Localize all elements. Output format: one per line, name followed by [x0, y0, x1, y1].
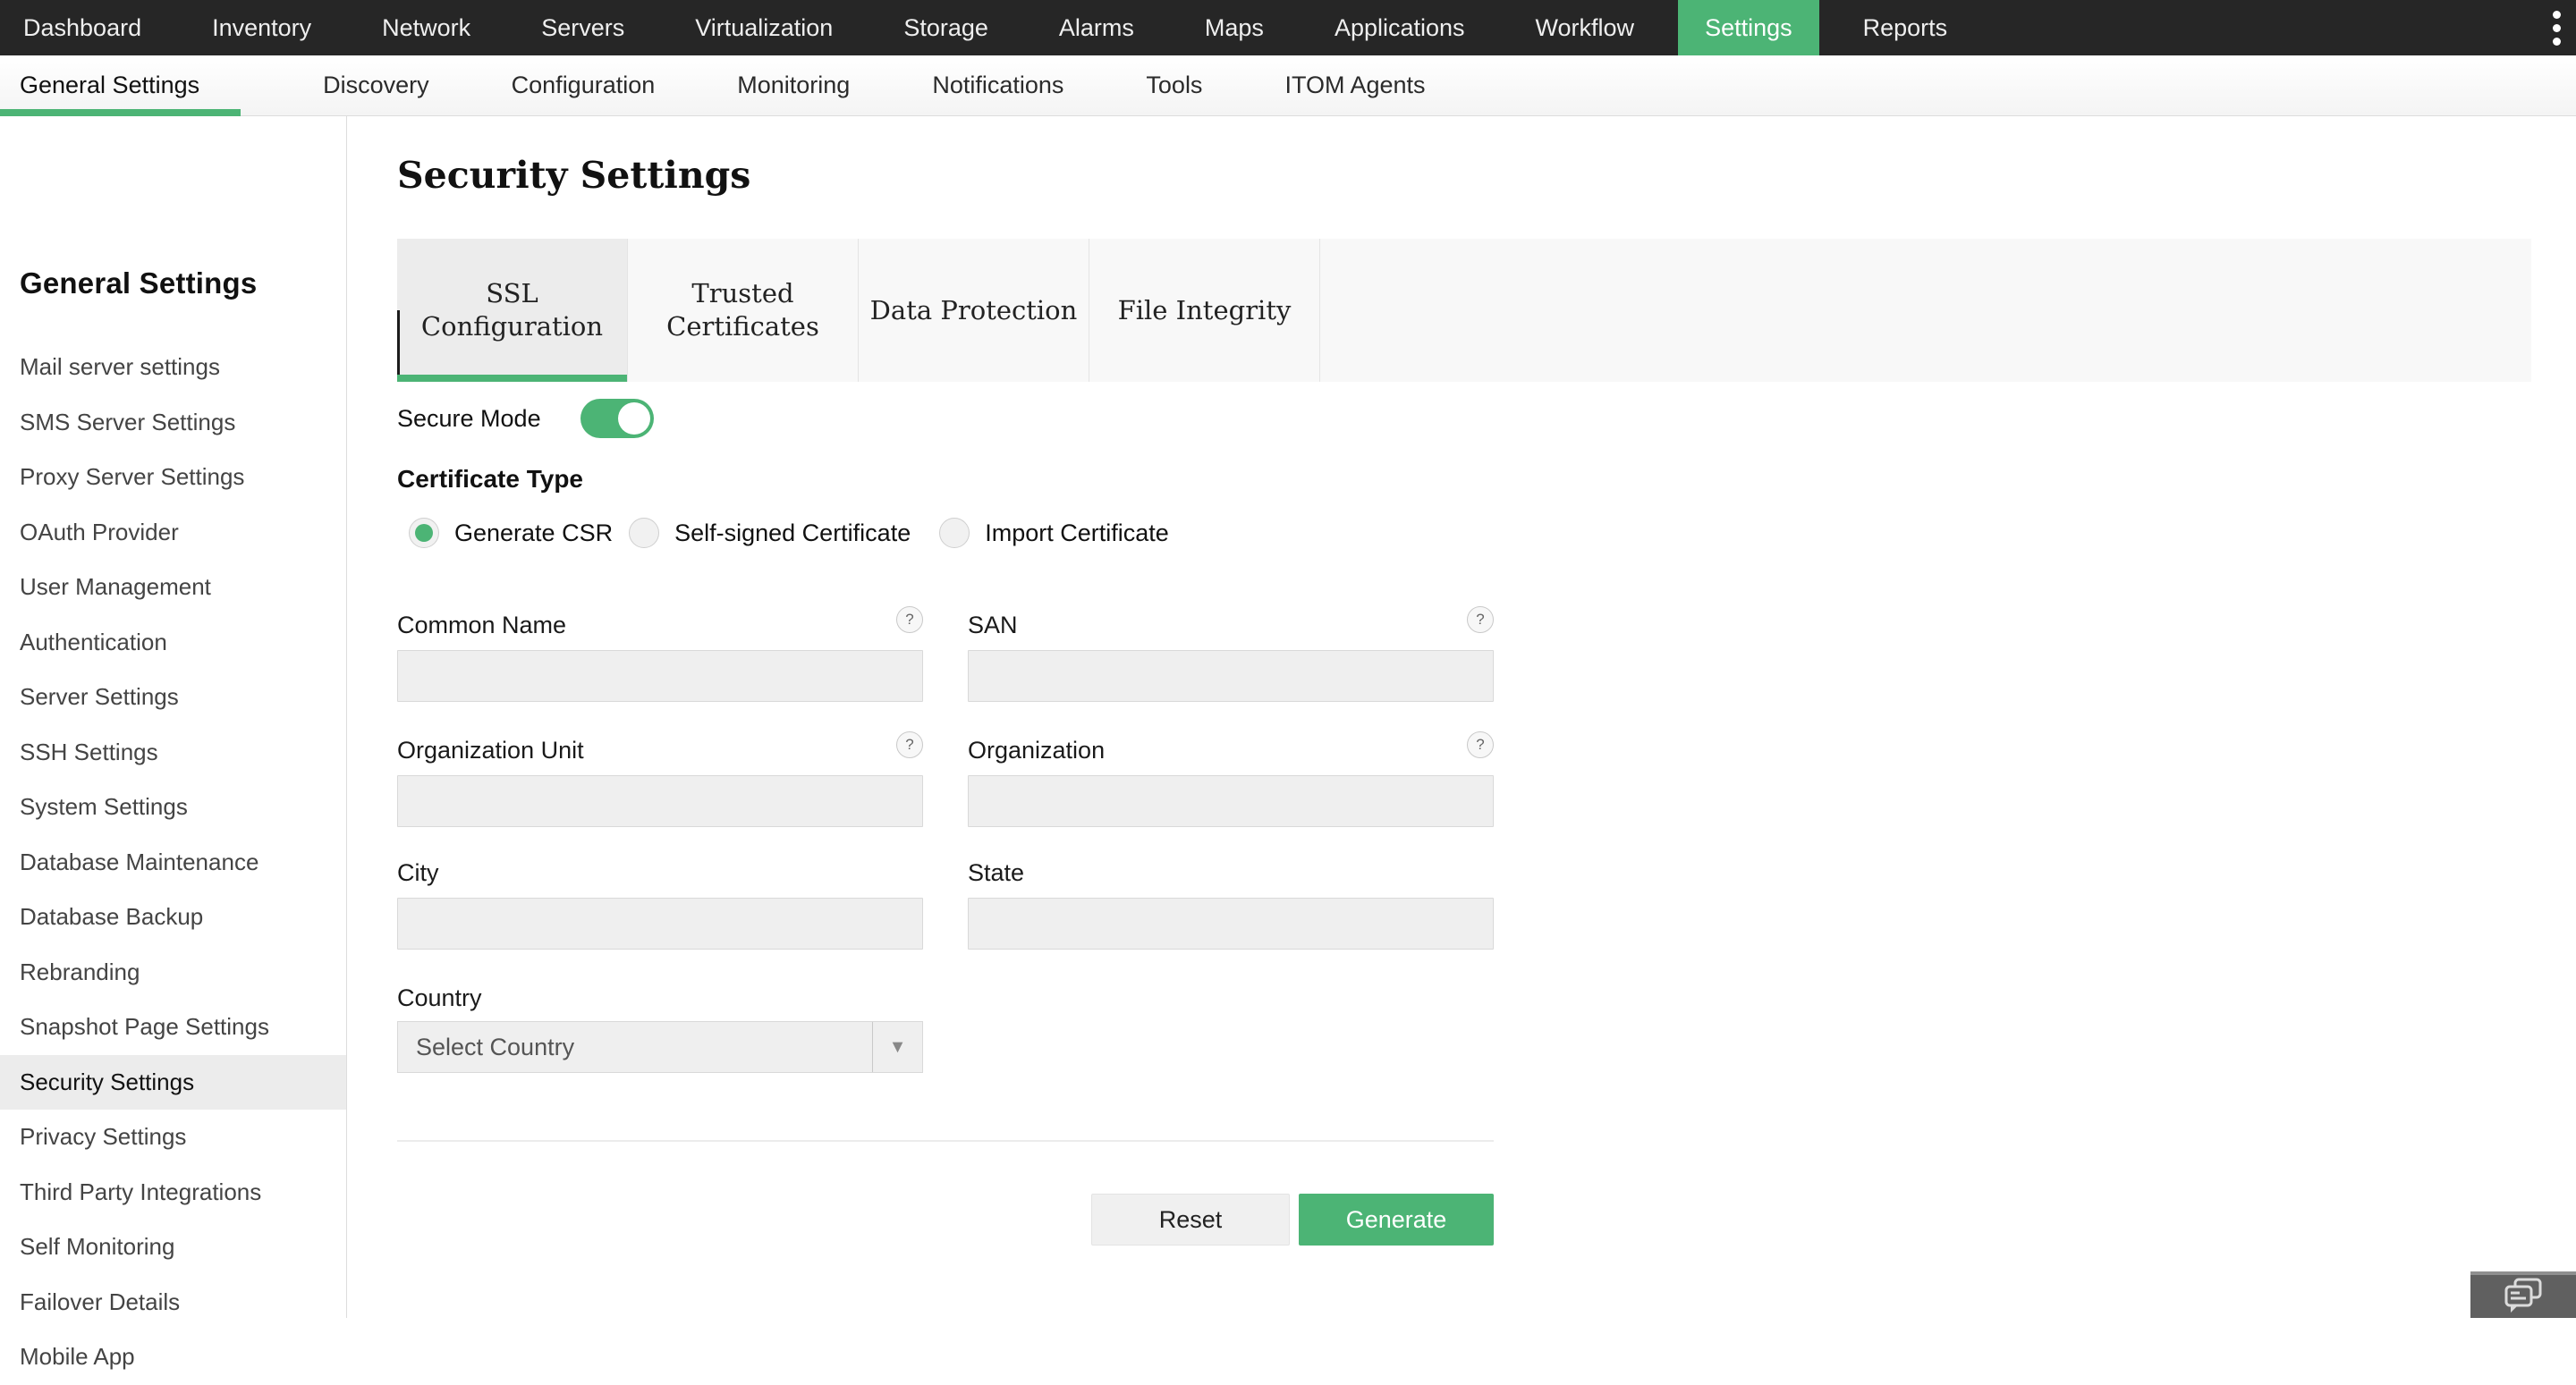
tab-tools[interactable]: Tools: [1146, 55, 1202, 116]
country-select[interactable]: Select Country ▼: [397, 1021, 923, 1073]
main-content: Security Settings SSL Configuration Trus…: [348, 116, 2576, 1318]
sidebar-item-security-settings[interactable]: Security Settings: [0, 1055, 346, 1111]
sidebar-item-ssh-settings[interactable]: SSH Settings: [0, 725, 346, 781]
sidebar-item-user-management[interactable]: User Management: [0, 560, 346, 615]
nav-applications[interactable]: Applications: [1335, 0, 1465, 55]
chevron-down-icon: ▼: [872, 1022, 922, 1072]
sidebar-menu: Mail server settings SMS Server Settings…: [0, 340, 346, 1385]
tab-label: SSL: [486, 277, 538, 310]
nav-servers[interactable]: Servers: [541, 0, 624, 55]
radio-icon: [629, 518, 659, 548]
kebab-menu-icon[interactable]: [2551, 11, 2562, 46]
organization-input[interactable]: [968, 775, 1494, 827]
radio-icon: [939, 518, 970, 548]
san-input[interactable]: [968, 650, 1494, 702]
secure-mode-label: Secure Mode: [397, 405, 541, 433]
san-label: SAN: [968, 612, 1018, 639]
sidebar-item-mobile-app[interactable]: Mobile App: [0, 1330, 346, 1385]
sidebar-item-database-backup[interactable]: Database Backup: [0, 890, 346, 945]
nav-alarms[interactable]: Alarms: [1059, 0, 1134, 55]
sidebar-item-third-party[interactable]: Third Party Integrations: [0, 1165, 346, 1220]
settings-sub-nav: General Settings Discovery Configuration…: [0, 55, 2576, 116]
tab-configuration[interactable]: Configuration: [512, 55, 656, 116]
tab-notifications[interactable]: Notifications: [932, 55, 1063, 116]
form-divider: [397, 1140, 1494, 1142]
radio-label: Generate CSR: [454, 519, 613, 547]
nav-virtualization[interactable]: Virtualization: [695, 0, 833, 55]
sidebar-item-failover-details[interactable]: Failover Details: [0, 1275, 346, 1330]
tab-label: File Integrity: [1118, 294, 1292, 327]
state-input[interactable]: [968, 898, 1494, 950]
country-select-value: Select Country: [398, 1034, 872, 1061]
kebab-dot: [2553, 24, 2561, 32]
nav-network[interactable]: Network: [382, 0, 470, 55]
common-name-help-icon[interactable]: ?: [896, 606, 923, 633]
common-name-label: Common Name: [397, 612, 566, 639]
sidebar-heading: General Settings: [20, 266, 257, 300]
organization-label: Organization: [968, 737, 1105, 764]
organization-unit-help-icon[interactable]: ?: [896, 731, 923, 758]
sidebar-item-self-monitoring[interactable]: Self Monitoring: [0, 1220, 346, 1275]
toggle-knob: [618, 402, 650, 435]
generate-button[interactable]: Generate: [1299, 1194, 1494, 1246]
top-nav: Dashboard Inventory Network Servers Virt…: [0, 0, 2576, 55]
san-help-icon[interactable]: ?: [1467, 606, 1494, 633]
security-tabs: SSL Configuration Trusted Certificates D…: [397, 239, 2531, 382]
sidebar-item-rebranding[interactable]: Rebranding: [0, 945, 346, 1001]
tab-monitoring[interactable]: Monitoring: [737, 55, 850, 116]
city-input[interactable]: [397, 898, 923, 950]
sidebar-item-proxy-server[interactable]: Proxy Server Settings: [0, 450, 346, 505]
radio-import-certificate[interactable]: Import Certificate: [939, 518, 1169, 548]
sidebar-item-authentication[interactable]: Authentication: [0, 615, 346, 671]
tab-discovery[interactable]: Discovery: [323, 55, 429, 116]
tab-file-integrity[interactable]: File Integrity: [1089, 239, 1320, 382]
nav-storage[interactable]: Storage: [903, 0, 988, 55]
sidebar-item-system-settings[interactable]: System Settings: [0, 780, 346, 835]
tab-label: Trusted: [691, 277, 793, 310]
kebab-dot: [2553, 11, 2561, 19]
nav-workflow[interactable]: Workflow: [1536, 0, 1635, 55]
secure-mode-toggle[interactable]: [580, 399, 654, 438]
kebab-dot: [2553, 38, 2561, 46]
sidebar-item-database-maintenance[interactable]: Database Maintenance: [0, 835, 346, 891]
organization-unit-input[interactable]: [397, 775, 923, 827]
certificate-type-label: Certificate Type: [397, 465, 583, 494]
nav-maps[interactable]: Maps: [1205, 0, 1264, 55]
radio-generate-csr[interactable]: Generate CSR: [409, 518, 613, 548]
sidebar-item-privacy-settings[interactable]: Privacy Settings: [0, 1110, 346, 1165]
nav-reports[interactable]: Reports: [1863, 0, 1948, 55]
sidebar: General Settings Mail server settings SM…: [0, 116, 347, 1318]
sidebar-item-oauth-provider[interactable]: OAuth Provider: [0, 505, 346, 561]
page-title: Security Settings: [397, 154, 750, 197]
city-label: City: [397, 859, 439, 887]
radio-icon: [409, 518, 439, 548]
reset-button[interactable]: Reset: [1091, 1194, 1290, 1246]
sidebar-item-snapshot-page[interactable]: Snapshot Page Settings: [0, 1000, 346, 1055]
sidebar-item-mail-server[interactable]: Mail server settings: [0, 340, 346, 395]
state-label: State: [968, 859, 1024, 887]
certificate-type-options: Generate CSR Self-signed Certificate Imp…: [409, 518, 1169, 548]
organization-unit-label: Organization Unit: [397, 737, 584, 764]
nav-settings[interactable]: Settings: [1678, 0, 1819, 55]
tab-label: Data Protection: [870, 294, 1078, 327]
chat-launcher-button[interactable]: [2470, 1271, 2576, 1318]
nav-dashboard[interactable]: Dashboard: [23, 0, 141, 55]
tab-label: Configuration: [421, 310, 603, 343]
nav-inventory[interactable]: Inventory: [212, 0, 311, 55]
radio-label: Self-signed Certificate: [674, 519, 911, 547]
organization-help-icon[interactable]: ?: [1467, 731, 1494, 758]
tab-data-protection[interactable]: Data Protection: [859, 239, 1089, 382]
tab-trusted-certificates[interactable]: Trusted Certificates: [628, 239, 859, 382]
tab-ssl-configuration[interactable]: SSL Configuration: [397, 239, 628, 382]
tab-general-settings[interactable]: General Settings: [0, 55, 241, 116]
country-label: Country: [397, 984, 482, 1012]
tab-label: Certificates: [666, 310, 819, 343]
radio-label: Import Certificate: [985, 519, 1169, 547]
sidebar-item-server-settings[interactable]: Server Settings: [0, 670, 346, 725]
sidebar-item-sms-server[interactable]: SMS Server Settings: [0, 395, 346, 451]
radio-self-signed[interactable]: Self-signed Certificate: [629, 518, 911, 548]
common-name-input[interactable]: [397, 650, 923, 702]
tab-itom-agents[interactable]: ITOM Agents: [1284, 55, 1425, 116]
chat-bubbles-icon: [2500, 1277, 2546, 1316]
